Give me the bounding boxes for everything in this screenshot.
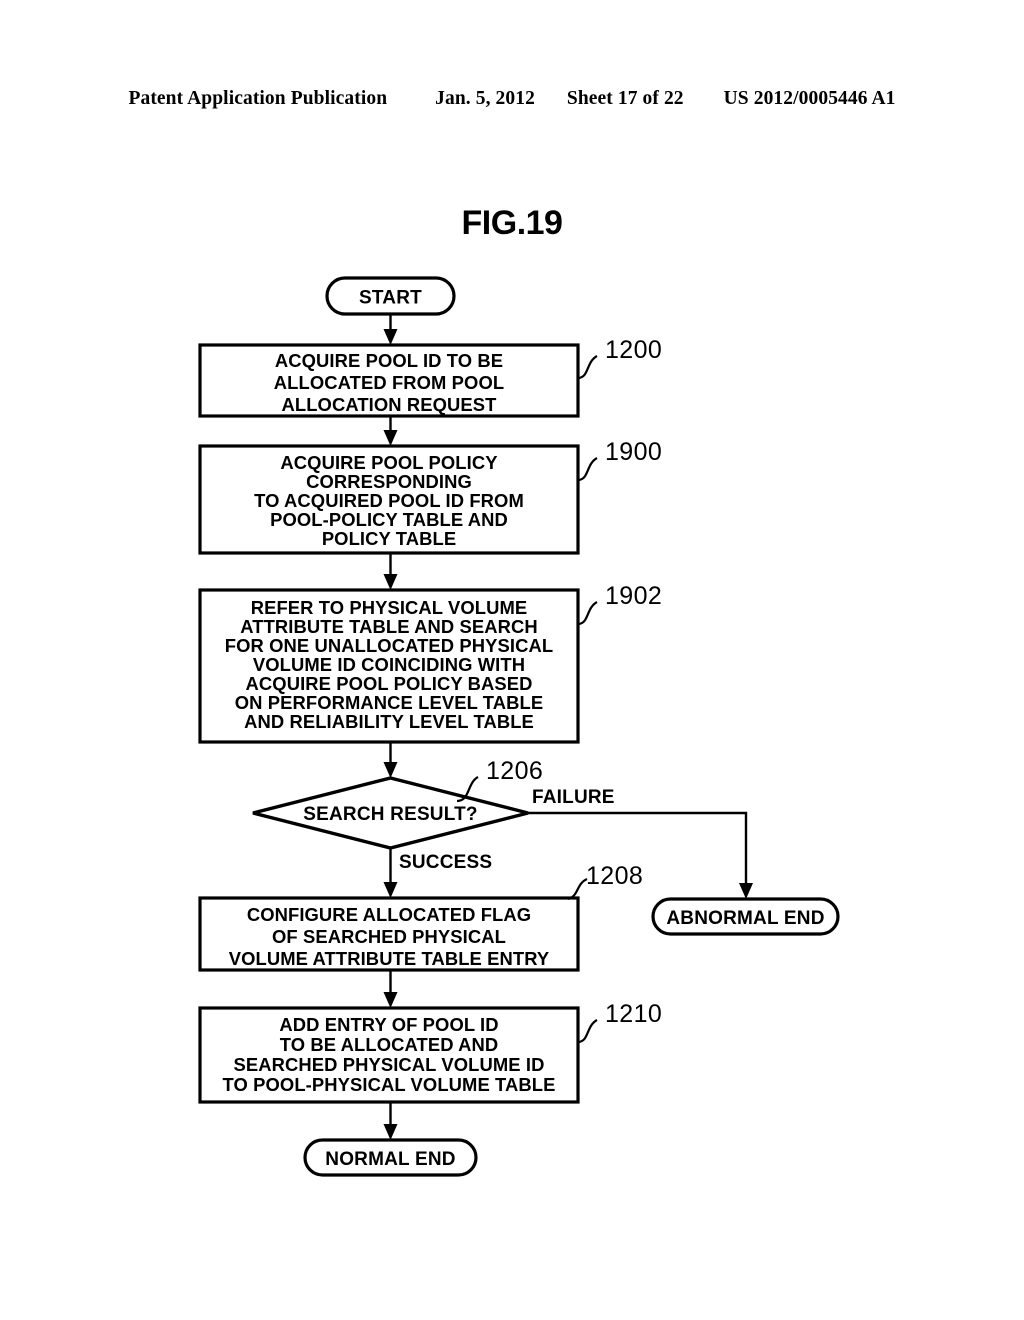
reference-leader-1900: 1900 <box>577 438 662 482</box>
step-1900-line-5: POLICY TABLE <box>322 528 456 549</box>
branch-label-failure: FAILURE <box>532 787 615 808</box>
connector-step1902-to-decision <box>383 742 398 778</box>
node-step-1900: ACQUIRE POOL POLICY CORRESPONDING TO ACQ… <box>198 444 580 555</box>
reference-number-1208: 1208 <box>586 862 643 890</box>
step-1208-line-1: CONFIGURE ALLOCATED FLAG <box>247 904 531 925</box>
step-1900-line-3: TO ACQUIRED POOL ID FROM <box>254 490 524 511</box>
node-step-1210: ADD ENTRY OF POOL ID TO BE ALLOCATED AND… <box>198 1006 580 1104</box>
node-start: START <box>325 276 456 316</box>
step-1210-line-2: TO BE ALLOCATED AND <box>280 1034 499 1055</box>
step-1902-line-3: FOR ONE UNALLOCATED PHYSICAL <box>225 635 553 656</box>
reference-number-1902: 1902 <box>605 582 662 610</box>
reference-leader-1200: 1200 <box>577 336 662 380</box>
connector-start-to-step1200 <box>383 314 398 345</box>
abnormal-end-label: ABNORMAL END <box>666 908 824 929</box>
reference-number-1206: 1206 <box>486 757 543 785</box>
step-1900-line-4: POOL-POLICY TABLE AND <box>270 509 508 530</box>
connector-step1208-to-step1210 <box>383 970 398 1008</box>
decision-label: SEARCH RESULT? <box>303 804 478 825</box>
reference-leader-1206: 1206 <box>456 757 543 803</box>
step-1210-line-1: ADD ENTRY OF POOL ID <box>279 1014 498 1035</box>
connector-step1210-to-normal-end <box>383 1102 398 1140</box>
node-step-1200: ACQUIRE POOL ID TO BE ALLOCATED FROM POO… <box>198 343 580 418</box>
step-1902-line-4: VOLUME ID COINCIDING WITH <box>253 654 525 675</box>
node-step-1902: REFER TO PHYSICAL VOLUME ATTRIBUTE TABLE… <box>198 588 580 744</box>
reference-number-1200: 1200 <box>605 336 662 364</box>
step-1902-line-7: AND RELIABILITY LEVEL TABLE <box>244 711 534 732</box>
reference-number-1210: 1210 <box>605 1000 662 1028</box>
connector-step1200-to-step1900 <box>383 416 398 446</box>
step-1902-line-2: ATTRIBUTE TABLE AND SEARCH <box>240 616 538 637</box>
step-1200-line-3: ALLOCATION REQUEST <box>282 394 498 415</box>
step-1200-line-1: ACQUIRE POOL ID TO BE <box>275 350 503 371</box>
connector-step1900-to-step1902 <box>383 553 398 590</box>
reference-leader-1210: 1210 <box>577 1000 662 1044</box>
start-label: START <box>359 288 422 309</box>
flowchart-diagram: START ACQUIRE POOL ID TO BE ALLOCATED FR… <box>198 276 840 1177</box>
reference-leader-1902: 1902 <box>577 582 662 626</box>
reference-leader-1208: 1208 <box>567 862 643 901</box>
branch-label-success: SUCCESS <box>399 852 492 873</box>
normal-end-label: NORMAL END <box>325 1149 455 1170</box>
step-1200-line-2: ALLOCATED FROM POOL <box>274 372 504 393</box>
reference-number-1900: 1900 <box>605 438 662 466</box>
connector-success-branch: SUCCESS <box>383 848 492 898</box>
step-1900-line-1: ACQUIRE POOL POLICY <box>280 452 497 473</box>
step-1210-line-3: SEARCHED PHYSICAL VOLUME ID <box>234 1054 545 1075</box>
step-1902-line-6: ON PERFORMANCE LEVEL TABLE <box>235 692 543 713</box>
step-1208-line-2: OF SEARCHED PHYSICAL <box>272 926 506 947</box>
step-1902-line-5: ACQUIRE POOL POLICY BASED <box>246 673 533 694</box>
node-abnormal-end: ABNORMAL END <box>651 897 840 936</box>
patent-figure-page: Patent Application Publication Jan. 5, 2… <box>0 0 1024 1320</box>
step-1210-line-4: TO POOL-PHYSICAL VOLUME TABLE <box>223 1074 556 1095</box>
node-decision-1206: SEARCH RESULT? <box>252 776 529 850</box>
step-1208-line-3: VOLUME ATTRIBUTE TABLE ENTRY <box>229 948 550 969</box>
node-normal-end: NORMAL END <box>303 1138 478 1177</box>
step-1900-line-2: CORRESPONDING <box>306 471 472 492</box>
step-1902-line-1: REFER TO PHYSICAL VOLUME <box>251 597 528 618</box>
node-step-1208: CONFIGURE ALLOCATED FLAG OF SEARCHED PHY… <box>198 896 580 972</box>
